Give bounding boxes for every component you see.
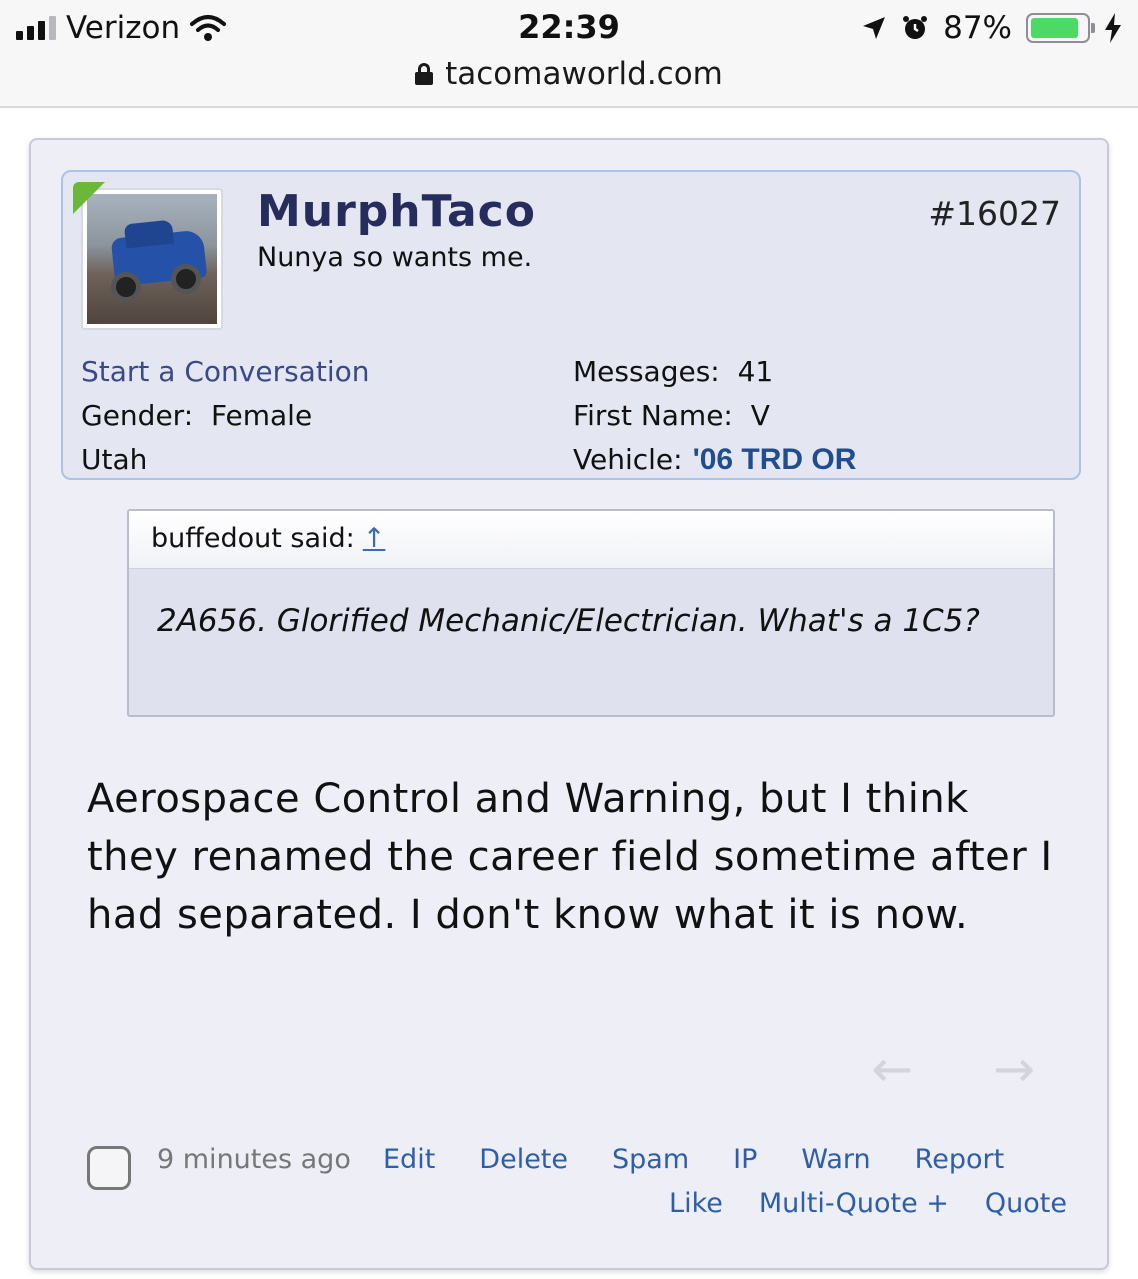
battery-icon — [1026, 13, 1095, 43]
user-info-panel: MurphTaco Nunya so wants me. #16027 Star… — [61, 170, 1081, 480]
post-time[interactable]: 9 minutes ago — [157, 1144, 351, 1175]
ios-status-bar: Verizon 22:39 87% tacomaworld.com — [0, 0, 1138, 108]
ip-link[interactable]: IP — [733, 1144, 757, 1175]
moderation-actions: Edit Delete Spam IP Warn Report — [383, 1144, 1004, 1175]
gender-value: Female — [210, 399, 313, 432]
delete-link[interactable]: Delete — [479, 1144, 568, 1175]
previous-arrow-icon[interactable]: ← — [871, 1040, 913, 1098]
post-number[interactable]: #16027 — [928, 194, 1061, 233]
username[interactable]: MurphTaco — [257, 186, 536, 237]
next-arrow-icon[interactable]: → — [993, 1040, 1035, 1098]
post-footer: 9 minutes ago Edit Delete Spam IP Warn R… — [87, 1142, 1067, 1242]
select-post-checkbox[interactable] — [87, 1146, 131, 1190]
gender-row: Gender: Female — [81, 394, 369, 438]
report-link[interactable]: Report — [915, 1144, 1005, 1175]
messages-label: Messages: — [573, 355, 720, 388]
start-conversation-link[interactable]: Start a Conversation — [81, 350, 369, 394]
online-indicator-icon — [73, 182, 105, 214]
messages-value: 41 — [737, 355, 774, 388]
gender-label: Gender: — [81, 399, 194, 432]
first-name-label: First Name: — [573, 399, 733, 432]
vehicle-label: Vehicle: — [573, 443, 683, 476]
post-navigation: ← → — [871, 1040, 1035, 1098]
user-info-right: Messages: 41 First Name: V Vehicle: '06 T… — [573, 350, 856, 482]
quote-block: buffedout said: ↑ 2A656. Glorified Mechan… — [127, 509, 1055, 717]
vehicle-row: Vehicle: '06 TRD OR — [573, 438, 856, 482]
lock-icon — [415, 63, 434, 85]
like-link[interactable]: Like — [669, 1188, 723, 1219]
forum-post: MurphTaco Nunya so wants me. #16027 Star… — [29, 138, 1109, 1270]
charging-bolt-icon — [1105, 13, 1121, 43]
quote-link[interactable]: Quote — [985, 1188, 1067, 1219]
battery-percent: 87% — [943, 10, 1012, 46]
message-body: Aerospace Control and Warning, but I thi… — [87, 776, 1053, 938]
quote-author: buffedout said: — [151, 523, 355, 554]
user-title: Nunya so wants me. — [257, 242, 533, 273]
edit-link[interactable]: Edit — [383, 1144, 435, 1175]
avatar-truck-photo — [87, 194, 217, 324]
vehicle-value: '06 TRD OR — [692, 443, 857, 476]
quote-header: buffedout said: ↑ — [129, 511, 1053, 569]
user-info-left: Start a Conversation Gender: Female Utah — [81, 350, 369, 482]
address-bar[interactable]: tacomaworld.com — [0, 52, 1138, 96]
quote-text: 2A656. Glorified Mechanic/Electrician. W… — [157, 603, 980, 639]
multi-quote-link[interactable]: Multi-Quote + — [759, 1188, 949, 1219]
alarm-icon — [903, 16, 928, 39]
spam-link[interactable]: Spam — [612, 1144, 689, 1175]
jump-to-quote-icon[interactable]: ↑ — [363, 523, 386, 554]
first-name-row: First Name: V — [573, 394, 856, 438]
messages-row: Messages: 41 — [573, 350, 856, 394]
location-arrow-icon — [863, 17, 886, 39]
first-name-value: V — [750, 399, 770, 432]
warn-link[interactable]: Warn — [801, 1144, 870, 1175]
location: Utah — [81, 443, 148, 476]
url-text: tacomaworld.com — [445, 56, 723, 92]
post-actions: Like Multi-Quote + Quote — [669, 1188, 1067, 1219]
status-right: 87% — [861, 8, 1122, 48]
